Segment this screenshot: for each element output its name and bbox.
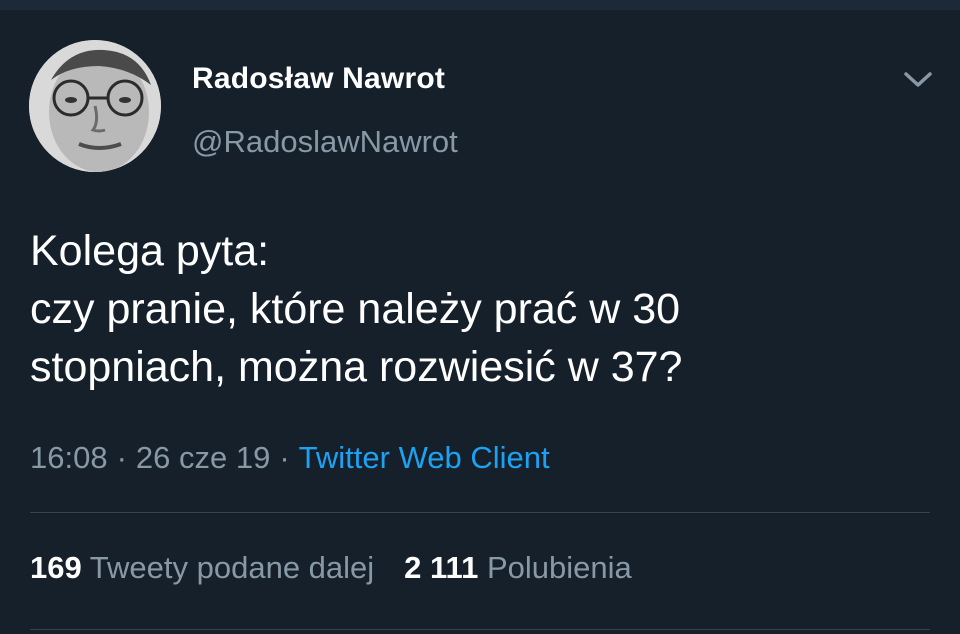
tweet-source-link[interactable]: Twitter Web Client [299, 440, 550, 475]
top-strip [0, 0, 960, 10]
divider [30, 512, 930, 513]
divider [30, 629, 930, 630]
tweet-menu-button[interactable] [900, 66, 936, 92]
username-handle[interactable]: @RadoslawNawrot [192, 124, 458, 160]
likes-label: Polubienia [486, 550, 632, 585]
tweet-text: Kolega pyta: czy pranie, które należy pr… [30, 227, 683, 391]
tweet-date[interactable]: 26 cze 19 [136, 440, 270, 475]
retweets-stat[interactable]: 169 Tweety podane dalej [30, 550, 374, 585]
separator-dot: · [116, 440, 127, 475]
avatar[interactable] [29, 40, 161, 172]
likes-stat[interactable]: 2 111 Polubienia [404, 550, 632, 585]
likes-count: 2 111 [404, 550, 479, 585]
display-name[interactable]: Radosław Nawrot [192, 62, 445, 96]
chevron-down-icon [904, 72, 932, 87]
separator-dot: · [279, 440, 290, 475]
retweets-count: 169 [30, 550, 82, 585]
tweet-card: Radosław Nawrot @RadoslawNawrot Kolega p… [0, 10, 960, 634]
engagement-stats: 169 Tweety podane dalej 2 111 Polubienia [30, 550, 632, 586]
tweet-metadata: 16:08 · 26 cze 19 · Twitter Web Client [30, 440, 550, 476]
tweet-time[interactable]: 16:08 [30, 440, 108, 475]
avatar-portrait [29, 40, 161, 172]
retweets-label: Tweety podane dalej [89, 550, 375, 585]
